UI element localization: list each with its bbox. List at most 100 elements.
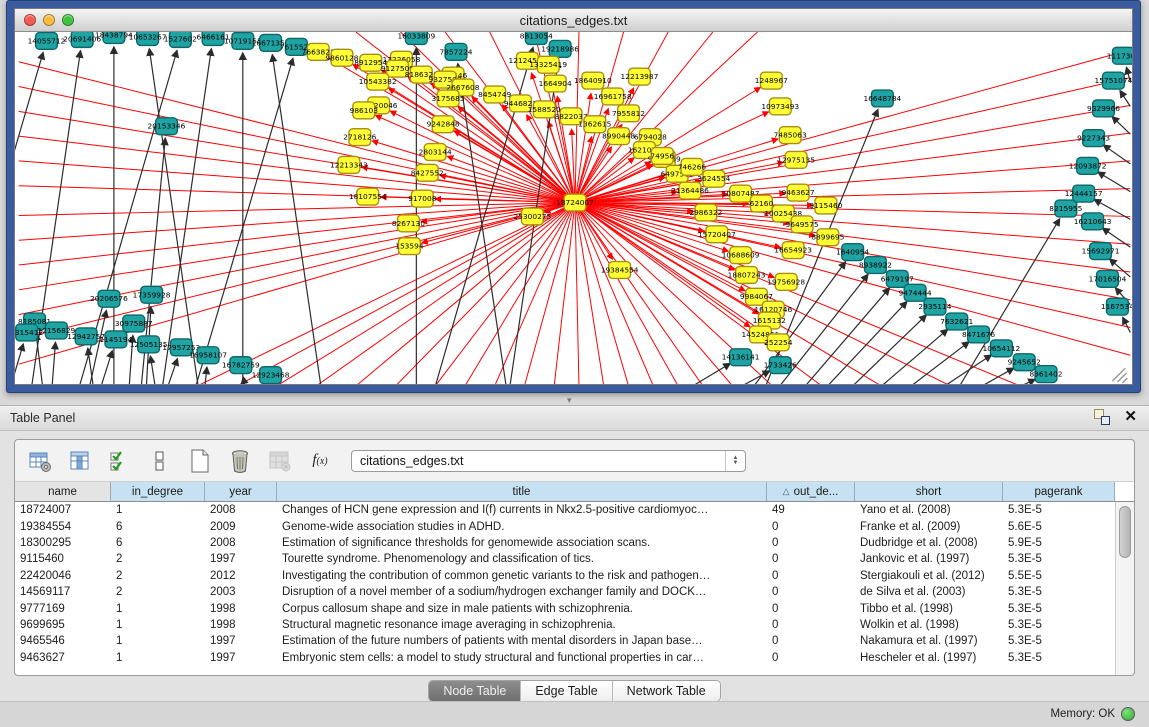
graph-node[interactable]: 15751074 [1095,72,1132,89]
graph-node[interactable]: 9115460 [809,197,842,214]
column-header-in_degree[interactable]: in_degree [111,482,205,501]
graph-node[interactable]: 8938922 [859,257,892,274]
table-row[interactable]: 1456911722003Disruption of a novel membe… [15,584,1134,600]
graph-node[interactable]: 2718126 [343,129,376,146]
row-height-icon[interactable] [145,446,175,476]
split-pane-sash[interactable]: ▾ [0,393,1149,405]
graph-node[interactable]: 74956 [650,148,674,165]
svg-text:1248967: 1248967 [755,76,788,85]
graph-node[interactable]: 16654923 [774,242,812,259]
graph-node[interactable]: 15692971 [1082,243,1120,260]
memory-status-label: Memory: OK [1050,708,1115,720]
combo-arrows-icon: ▲▼ [725,451,745,471]
column-header-title[interactable]: title [277,482,767,501]
new-table-icon[interactable] [185,446,215,476]
table-vertical-scrollbar[interactable] [1115,502,1134,675]
float-panel-icon[interactable] [1094,409,1110,425]
graph-node[interactable]: 8813054 [520,32,553,44]
table-cell: Corpus callosum shape and size in male p… [277,603,767,615]
graph-node[interactable]: 8990448 [602,128,635,145]
graph-node[interactable]: 917008 [408,190,437,207]
graph-node[interactable]: 1640954 [836,244,869,261]
graph-node[interactable]: 19756928 [767,273,805,290]
svg-text:7632621: 7632621 [940,317,973,326]
table-row[interactable]: 946554611997Estimation of the future num… [15,633,1134,649]
network-window-titlebar[interactable]: citations_edges.txt [15,9,1132,32]
graph-node[interactable]: 1664904 [539,75,572,92]
table-cell: 18724007 [15,504,111,516]
select-columns-icon[interactable] [105,446,135,476]
graph-node[interactable]: 7485063 [774,127,807,144]
graph-node[interactable]: 14136141 [722,349,760,366]
table-row[interactable]: 1872400712008Changes of HCN gene express… [15,502,1134,518]
graph-node[interactable]: 8267130 [392,215,425,232]
table-row[interactable]: 2242004622012Investigating the contribut… [15,568,1134,584]
svg-text:9984067: 9984067 [740,292,773,301]
network-canvas[interactable]: 1405571220691406184387941065326715276026… [15,32,1132,384]
graph-node[interactable]: 20206576 [90,290,128,307]
minimize-window-button[interactable] [43,14,55,26]
graph-node[interactable]: 14055712 [28,32,66,49]
svg-text:15720407: 15720407 [698,230,736,239]
table-row[interactable]: 1830029562008Estimation of significance … [15,535,1134,551]
table-row[interactable]: 1938455462009Genome-wide association stu… [15,518,1134,534]
resize-grip-icon[interactable] [1112,368,1127,383]
graph-node[interactable]: 16033809 [397,32,435,44]
column-header-short[interactable]: short [855,482,1003,501]
graph-node[interactable]: 746266 [678,158,707,175]
svg-text:12093872: 12093872 [1069,161,1107,170]
graph-node[interactable]: 18107554 [349,188,387,205]
graph-node[interactable]: 252254 [764,334,793,351]
graph-node[interactable]: 17016504 [1089,270,1127,287]
column-header-out_de[interactable]: △out_de... [767,482,855,501]
graph-node[interactable]: 7955812 [612,105,645,122]
graph-node[interactable]: 986103 [350,102,379,119]
graph-node[interactable]: 7857224 [439,43,472,60]
table-settings-icon[interactable] [25,446,55,476]
svg-text:1640954: 1640954 [836,248,869,257]
graph-node[interactable]: 18640910 [574,72,612,89]
scrollbar-thumb[interactable] [1119,506,1131,558]
graph-node[interactable]: 12093872 [1069,157,1107,174]
graph-node[interactable]: 153594 [395,238,424,255]
graph-node[interactable]: 17359928 [133,286,171,303]
table-row[interactable]: 977716911998Corpus callosum shape and si… [15,600,1134,616]
close-panel-icon[interactable]: ✕ [1124,409,1137,425]
table-row[interactable]: 969969511998Structural magnetic resonanc… [15,617,1134,633]
svg-text:1117304: 1117304 [1107,51,1132,60]
table-cell: 2 [111,570,205,582]
close-window-button[interactable] [24,14,36,26]
column-visibility-icon[interactable] [65,446,95,476]
graph-node[interactable]: 15720407 [698,226,736,243]
graph-node[interactable]: 1117304 [1107,47,1132,64]
zoom-window-button[interactable] [62,14,74,26]
graph-node[interactable]: 10653267 [129,32,167,45]
tab-node-table[interactable]: Node Table [429,681,521,701]
svg-text:7857224: 7857224 [439,47,472,56]
graph-node[interactable]: 16648784 [864,90,902,107]
column-header-pagerank[interactable]: pagerank [1003,482,1115,501]
graph-node[interactable]: 1527602 [164,32,197,47]
table-row[interactable]: 946362711997Embryonic stem cells: a mode… [15,650,1134,666]
graph-node[interactable]: 1167534 [1101,298,1132,315]
tab-edge-table[interactable]: Edge Table [521,681,612,701]
delete-table-icon[interactable] [225,446,255,476]
table-selector-combobox[interactable]: citations_edges.txt ▲▼ [351,450,746,472]
graph-node[interactable]: 8427552 [411,164,444,181]
graph-node[interactable]: 2803144 [419,144,452,161]
graph-node[interactable]: 12213343 [330,156,368,173]
function-builder-icon[interactable]: f(x) [305,446,335,476]
svg-text:9242848: 9242848 [427,120,460,129]
graph-node[interactable]: 9227343 [1077,130,1110,147]
graph-node[interactable]: 1248967 [755,72,788,89]
svg-text:1615132: 1615132 [753,316,786,325]
tab-network-table[interactable]: Network Table [613,681,720,701]
table-row[interactable]: 911546021997Tourette syndrome. Phenomeno… [15,551,1134,567]
table-cell: 5.3E-5 [1003,504,1115,516]
column-header-name[interactable]: name [15,482,111,501]
graph-node[interactable]: 12213987 [621,68,659,85]
graph-node[interactable]: 9329966 [1087,100,1120,117]
graph-node[interactable]: 8899695 [811,229,844,246]
graph-node[interactable]: 10688609 [722,247,760,264]
column-header-year[interactable]: year [205,482,277,501]
